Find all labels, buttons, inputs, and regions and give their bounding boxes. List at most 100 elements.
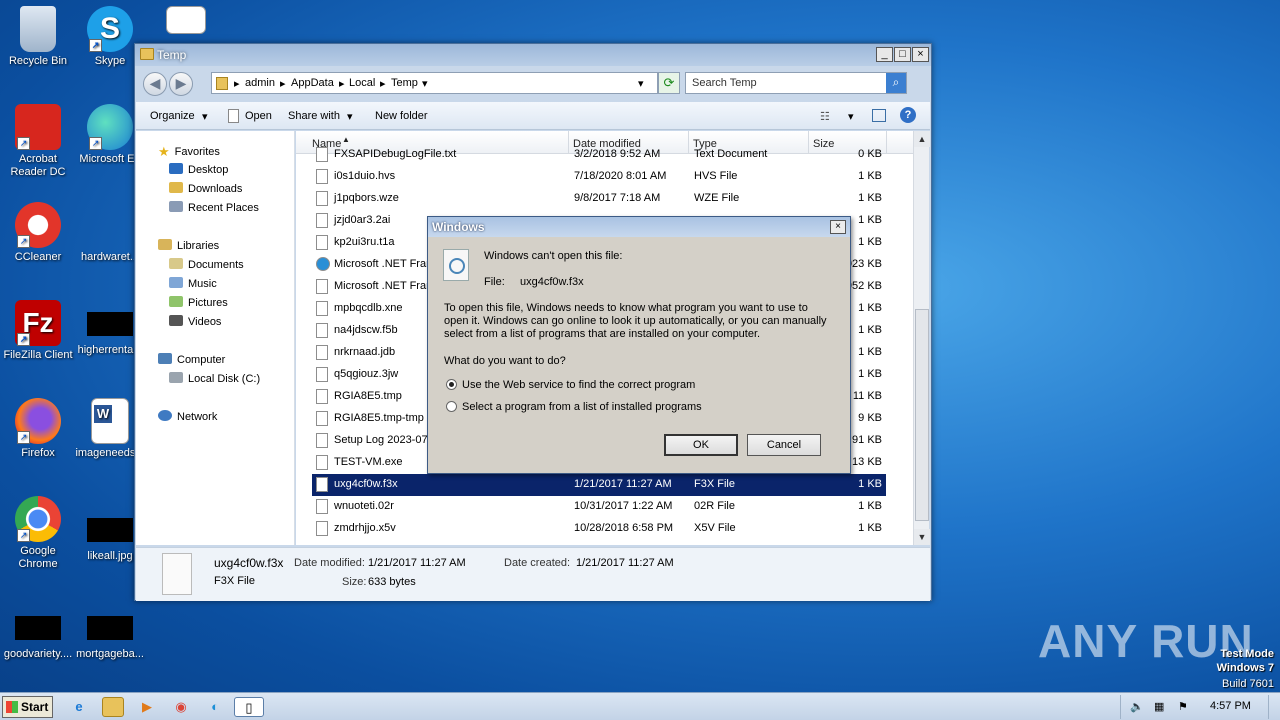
breadcrumb-admin[interactable]: admin (245, 77, 275, 89)
dialog-titlebar[interactable]: Windows × (428, 217, 850, 237)
nav-documents[interactable]: Documents (169, 258, 244, 271)
preview-pane-icon[interactable] (872, 109, 886, 122)
clock[interactable]: 4:57 PM (1210, 700, 1251, 712)
share-with-button[interactable]: Share with (288, 110, 340, 122)
filezilla-icon: Fz ↗ (15, 300, 61, 346)
show-desktop-button[interactable] (1268, 695, 1278, 719)
action-center-flag-icon[interactable]: ⚑ (1178, 700, 1188, 713)
table-row[interactable]: wnuoteti.02r 10/31/2017 1:22 AM 02R File 1 … (312, 496, 886, 518)
ok-button[interactable]: OK (664, 434, 738, 456)
nav-computer[interactable]: Computer (158, 353, 225, 366)
open-button[interactable]: Open (245, 110, 272, 122)
desktop-icon-acrobat[interactable]: ↗ Acrobat Reader DC (0, 104, 76, 179)
network-tray-icon[interactable]: ▦ (1154, 700, 1164, 713)
table-row[interactable]: uxg4cf0w.f3x 1/21/2017 11:27 AM F3X File 1 … (312, 474, 886, 496)
file-icon (316, 477, 328, 492)
cell-name: wnuoteti.02r (334, 500, 394, 512)
internet-explorer-icon[interactable]: e (68, 697, 90, 717)
table-row[interactable]: FXSAPIDebugLogFile.txt 3/2/2018 9:52 AM Te… (312, 144, 886, 166)
edge-icon[interactable]: ◐ (204, 697, 226, 717)
help-icon[interactable]: ? (900, 107, 916, 123)
table-row[interactable]: i0s1duio.hvs 7/18/2020 8:01 AM HVS File 1 K… (312, 166, 886, 188)
radio-web-service-label[interactable]: Use the Web service to find the correct … (462, 379, 695, 391)
radio-installed-programs-label[interactable]: Select a program from a list of installe… (462, 401, 702, 413)
explorer-titlebar[interactable]: Temp _ □ × (135, 44, 931, 66)
media-player-icon[interactable]: ▶ (136, 697, 158, 717)
nav-music[interactable]: Music (169, 277, 217, 290)
breadcrumb-appdata[interactable]: AppData (291, 77, 334, 89)
dropdown-arrow-icon[interactable]: ▾ (848, 110, 854, 123)
desktop-icon-chrome[interactable]: ↗ Google Chrome (0, 496, 76, 571)
nav-recent-places[interactable]: Recent Places (169, 201, 259, 214)
vertical-scrollbar[interactable]: ▲ ▼ (913, 131, 930, 545)
search-input[interactable]: Search Temp ⌕ (685, 72, 907, 94)
views-icon[interactable]: ☷ (820, 110, 830, 123)
chrome-icon[interactable]: ◉ (170, 697, 192, 717)
breadcrumb-local[interactable]: Local (349, 77, 375, 89)
active-window-icon[interactable]: ▯ (234, 697, 264, 717)
details-created-label: Date created: (504, 557, 571, 569)
cancel-button[interactable]: Cancel (747, 434, 821, 456)
file-icon (316, 191, 328, 206)
desktop-icon-firefox[interactable]: ↗ Firefox (0, 398, 76, 460)
file-explorer-icon[interactable] (102, 697, 124, 717)
word-document-icon (166, 6, 206, 34)
cell-type: X5V File (694, 522, 736, 534)
minimize-button[interactable]: _ (876, 47, 893, 62)
nav-downloads[interactable]: Downloads (169, 182, 242, 195)
nav-videos[interactable]: Videos (169, 315, 221, 328)
file-icon (316, 345, 328, 360)
breadcrumb-separator-icon: ▸ (339, 78, 345, 90)
cell-date: 10/28/2018 6:58 PM (574, 522, 674, 534)
nav-pictures[interactable]: Pictures (169, 296, 228, 309)
radio-installed-programs[interactable] (446, 401, 457, 412)
libraries-icon (158, 239, 172, 250)
cell-name: RGIA8E5.tmp-tmp (334, 412, 424, 424)
nav-libraries[interactable]: Libraries (158, 239, 219, 252)
nav-favorites[interactable]: ★ Favorites (158, 144, 220, 159)
maximize-button[interactable]: □ (894, 47, 911, 62)
shortcut-arrow-icon: ↗ (17, 333, 30, 346)
back-button[interactable]: ◀ (143, 72, 167, 96)
dialog-title: Windows (432, 220, 485, 234)
breadcrumb-separator-icon: ▸ (280, 78, 286, 90)
speaker-icon[interactable]: 🔈 (1130, 700, 1144, 713)
nav-network[interactable]: Network (158, 410, 217, 423)
breadcrumb-temp[interactable]: Temp (391, 77, 418, 89)
dialog-file-label: File: (484, 276, 505, 288)
edge-file-icon (316, 257, 330, 271)
scrollbar-thumb[interactable] (915, 309, 929, 521)
scroll-up-icon[interactable]: ▲ (914, 131, 930, 147)
details-modified-label: Date modified: (294, 557, 365, 569)
dialog-close-button[interactable]: × (830, 220, 846, 234)
nav-desktop[interactable]: Desktop (169, 163, 228, 176)
address-dropdown-icon[interactable]: ▾ (638, 77, 644, 90)
desktop-icon-filezilla[interactable]: Fz ↗ FileZilla Client (0, 300, 76, 362)
table-row[interactable]: zmdrhjjo.x5v 10/28/2018 6:58 PM X5V File 1 … (312, 518, 886, 540)
search-icon[interactable]: ⌕ (886, 73, 906, 93)
nav-local-disk[interactable]: Local Disk (C:) (169, 372, 260, 385)
details-pane: uxg4cf0w.f3x F3X File Date modified: 1/2… (136, 547, 930, 601)
radio-web-service[interactable] (446, 379, 457, 390)
desktop-icon-mortgageba[interactable]: mortgageba... (72, 604, 148, 661)
new-folder-button[interactable]: New folder (375, 110, 428, 122)
desktop-icon-ccleaner[interactable]: ↗ CCleaner (0, 202, 76, 264)
scroll-down-icon[interactable]: ▼ (914, 529, 930, 545)
start-button[interactable]: Start (2, 696, 53, 718)
forward-button[interactable]: ▶ (169, 72, 193, 96)
desktop-icon-goodvariety[interactable]: goodvariety.... (0, 604, 76, 661)
cell-size: 1 KB (858, 522, 882, 534)
column-divider[interactable] (886, 131, 887, 154)
desktop-icon-recycle-bin[interactable]: Recycle Bin (0, 6, 76, 68)
address-bar[interactable]: ▸ admin ▸ AppData ▸ Local ▸ Temp ▾ ▾ (211, 72, 658, 94)
cell-name: uxg4cf0w.f3x (334, 478, 398, 490)
desktop-icon-word-doc-top[interactable] (148, 6, 224, 37)
search-file-icon (443, 249, 469, 281)
organize-button[interactable]: Organize (150, 110, 195, 122)
table-row[interactable]: j1pqbors.wze 9/8/2017 7:18 AM WZE File 1 KB (312, 188, 886, 210)
hard-drive-icon (169, 372, 183, 383)
refresh-button[interactable]: ⟳ (658, 72, 680, 94)
details-size-value: 633 bytes (368, 576, 416, 588)
close-button[interactable]: × (912, 47, 929, 62)
details-filetype: F3X File (214, 575, 255, 587)
